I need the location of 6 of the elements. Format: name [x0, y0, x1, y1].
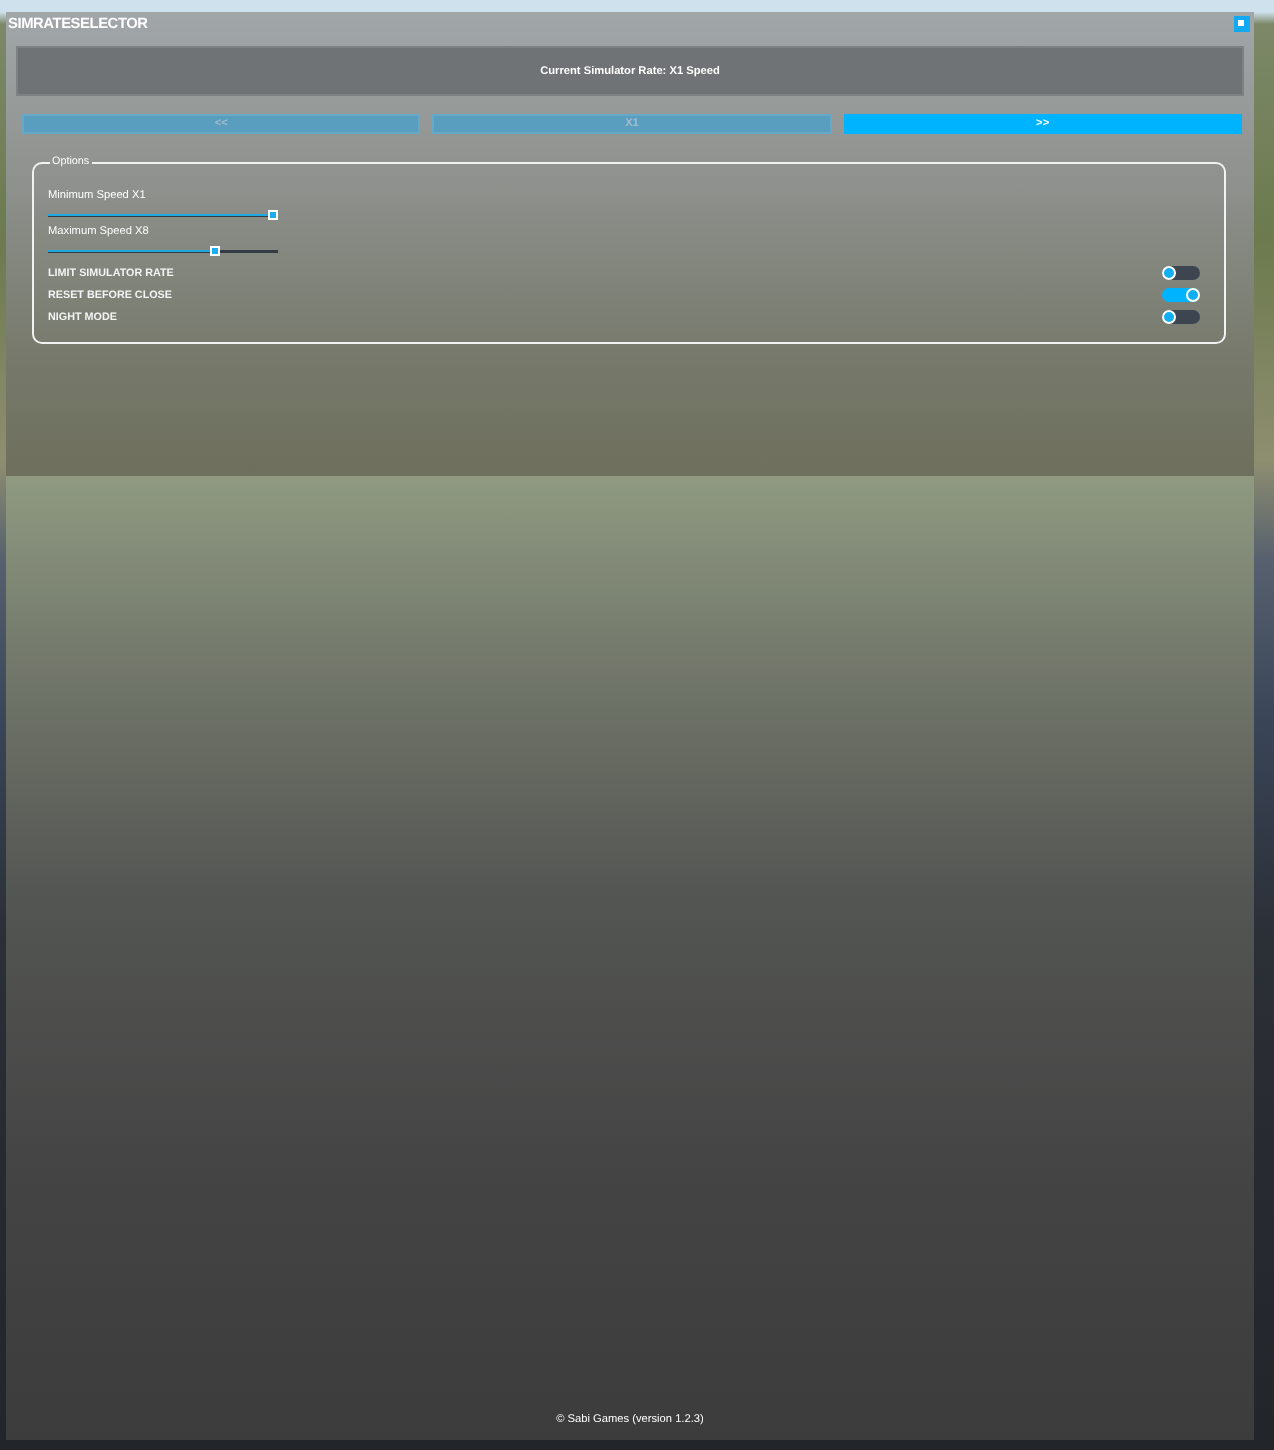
slider-thumb[interactable]: [210, 246, 221, 256]
toggle-switch[interactable]: [1162, 266, 1200, 280]
toggle-switch[interactable]: [1162, 288, 1200, 302]
square-icon[interactable]: [1234, 16, 1250, 32]
slider-thumb[interactable]: [268, 210, 278, 220]
toggle-switch[interactable]: [1162, 310, 1200, 324]
